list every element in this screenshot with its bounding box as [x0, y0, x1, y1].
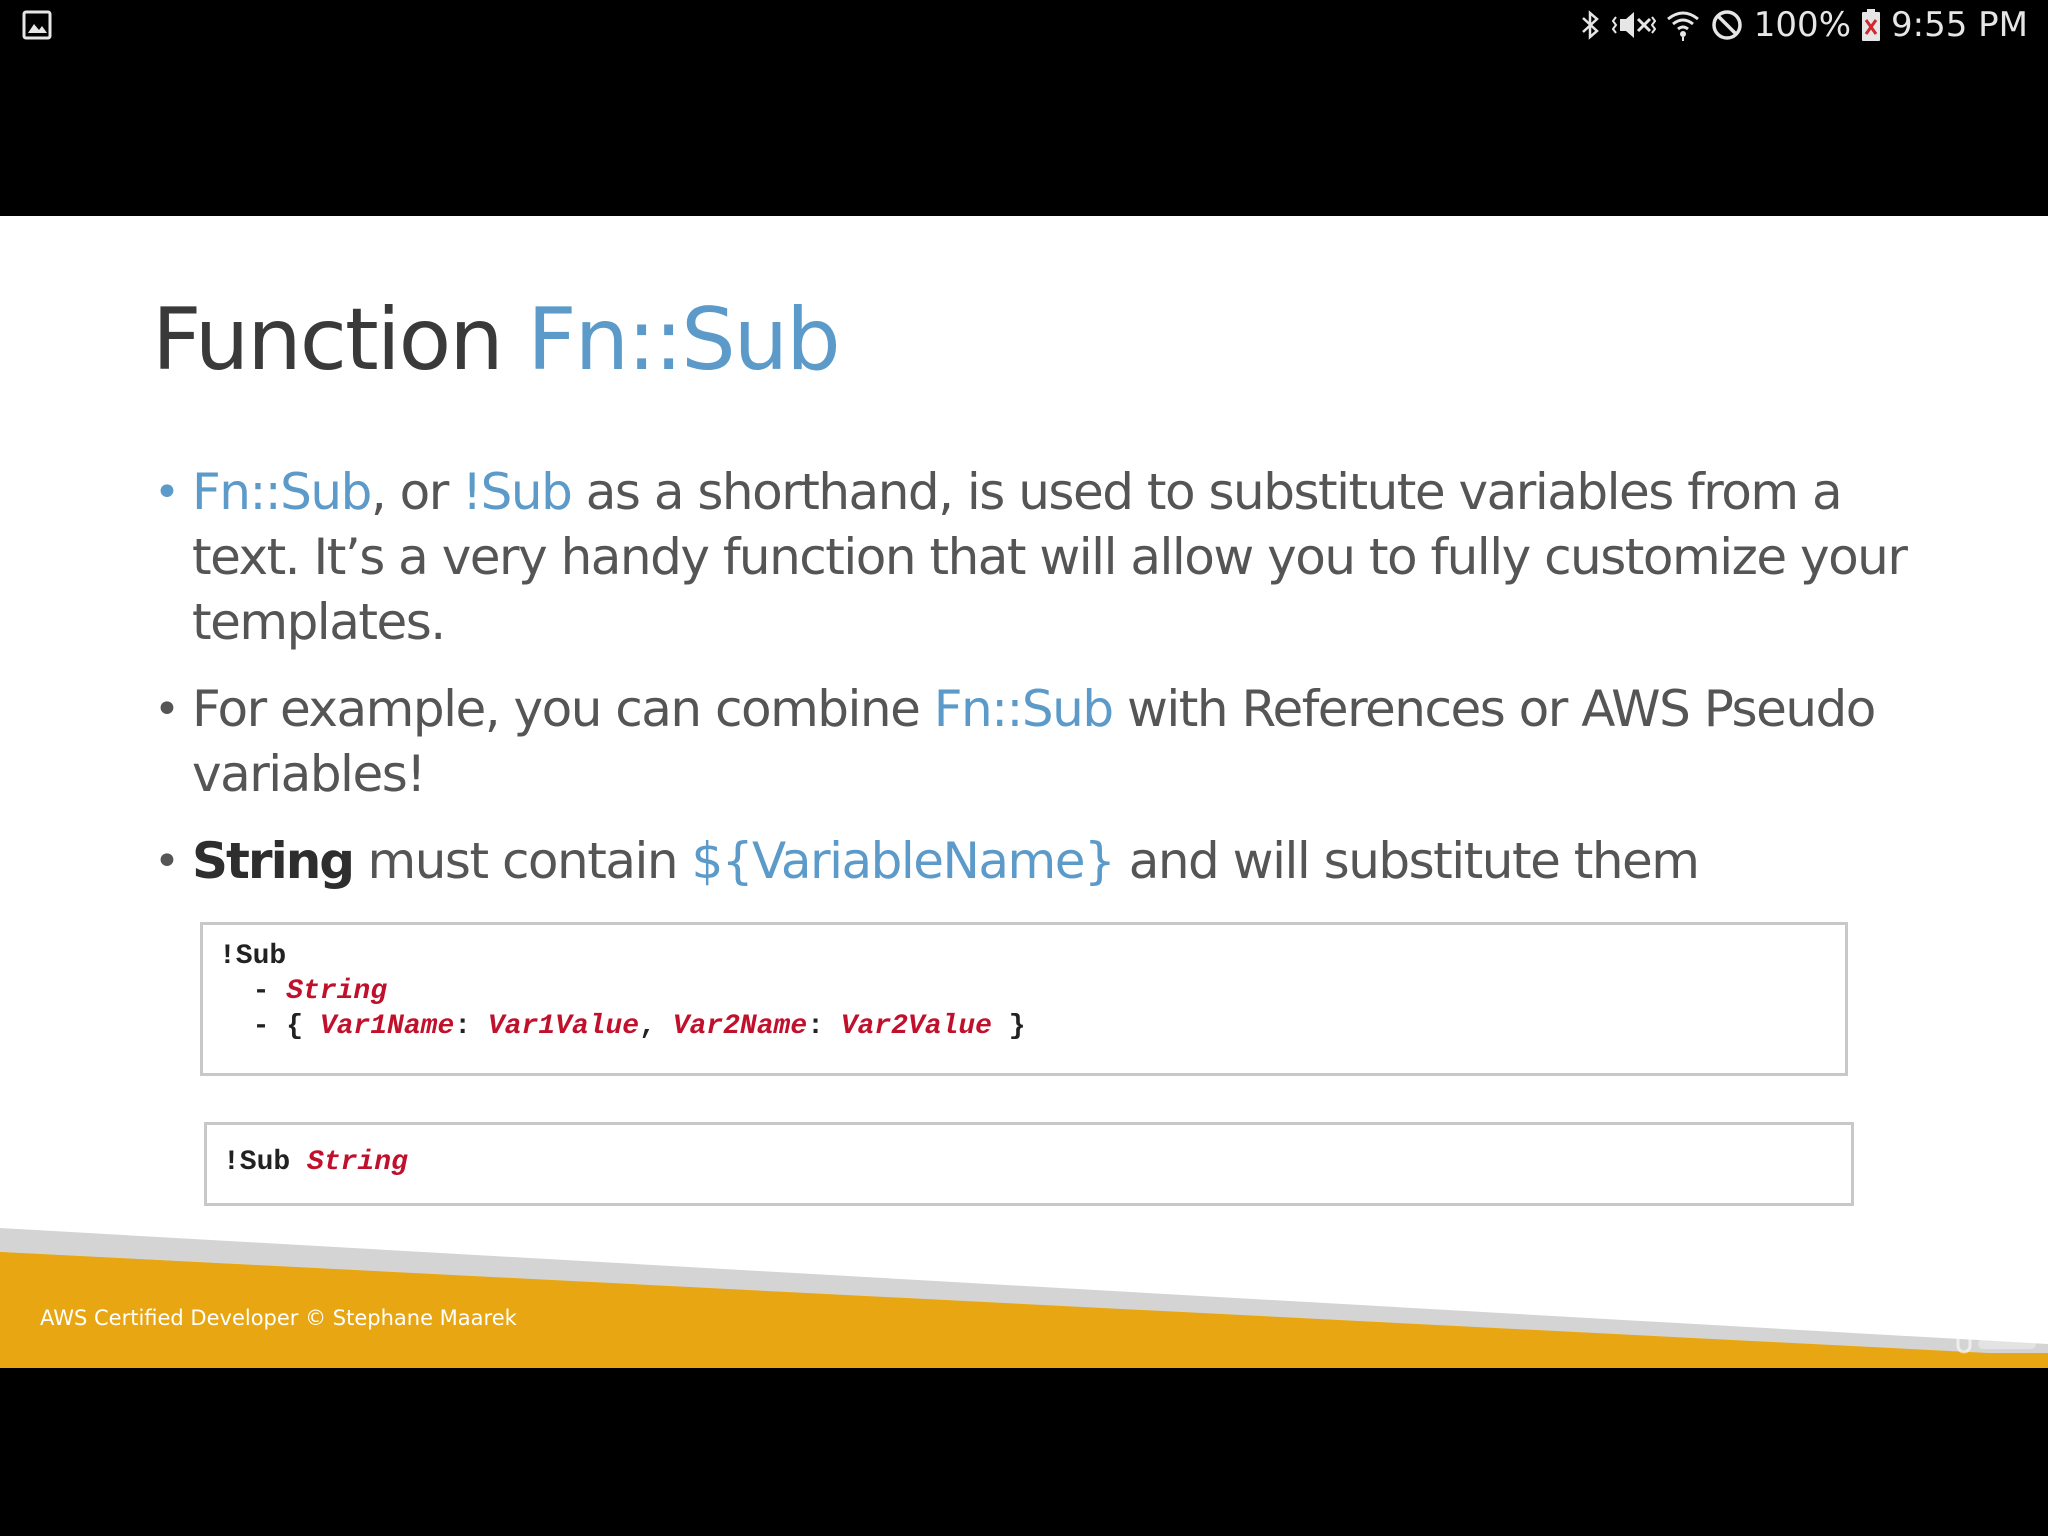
- title-highlight: Fn::Sub: [527, 290, 841, 390]
- wifi-icon: [1666, 7, 1700, 43]
- bullet-text: Fn::Sub: [933, 680, 1114, 738]
- bullet-text: , or: [370, 463, 463, 521]
- bullet-text: String: [192, 832, 355, 890]
- status-icons: 100% 9:55 PM: [1580, 4, 2028, 46]
- code-punct: - {: [219, 1011, 320, 1042]
- code-content: !Sub - String - { Var1Name: Var1Value, V…: [219, 939, 1026, 1044]
- bullet-icon: •: [154, 684, 180, 735]
- footer-credit: AWS Certified Developer © Stephane Maare…: [40, 1306, 517, 1330]
- bullet-list: • Fn::Sub, or !Sub as a shorthand, is us…: [148, 460, 1908, 916]
- code-keyword: !Sub: [219, 941, 287, 972]
- code-punct: ,: [639, 1011, 673, 1042]
- code-punct: :: [454, 1011, 488, 1042]
- udemy-logo-icon: [1956, 1336, 2036, 1354]
- code-punct: }: [991, 1011, 1026, 1042]
- bullet-item: • Fn::Sub, or !Sub as a shorthand, is us…: [148, 460, 1908, 655]
- code-value: Var1Value: [487, 1011, 640, 1042]
- code-value: Var1Name: [319, 1011, 455, 1042]
- code-block-long-form: !Sub - String - { Var1Name: Var1Value, V…: [200, 922, 1848, 1076]
- battery-percent: 100%: [1753, 5, 1851, 45]
- code-value: Var2Name: [672, 1011, 808, 1042]
- code-line: !Sub: [219, 939, 1026, 974]
- code-punct: :: [807, 1011, 841, 1042]
- battery-icon: [1861, 7, 1881, 43]
- title-prefix: Function: [152, 290, 528, 390]
- clock: 9:55 PM: [1891, 5, 2028, 45]
- code-content: !Sub String: [223, 1145, 408, 1180]
- bullet-icon: •: [154, 467, 180, 518]
- page-title: Function Fn::Sub: [152, 290, 841, 390]
- screen: 100% 9:55 PM Function Fn::Sub • Fn::Sub,…: [0, 0, 2048, 1536]
- code-value: String: [286, 976, 388, 1007]
- bullet-text: ${VariableName}: [691, 832, 1115, 890]
- bullet-text: must contain: [353, 832, 692, 890]
- vibrate-icon: [1611, 7, 1656, 43]
- do-not-disturb-icon: [1710, 7, 1744, 43]
- code-value: String: [307, 1147, 408, 1178]
- status-bar: 100% 9:55 PM: [0, 0, 2048, 50]
- code-keyword: !Sub: [223, 1147, 308, 1178]
- bluetooth-icon: [1580, 7, 1602, 43]
- code-value: Var2Value: [840, 1011, 992, 1042]
- bullet-icon: •: [154, 836, 180, 887]
- bullet-text: For example, you can combine: [192, 680, 934, 738]
- code-line: - String: [219, 974, 1026, 1009]
- code-dash: -: [219, 976, 287, 1007]
- code-line: - { Var1Name: Var1Value, Var2Name: Var2V…: [219, 1009, 1026, 1044]
- bullet-item: • String must contain ${VariableName} an…: [148, 829, 1908, 894]
- gallery-icon[interactable]: [22, 10, 52, 40]
- bullet-text: Fn::Sub: [192, 463, 372, 521]
- bullet-text: and will substitute them: [1114, 832, 1700, 890]
- bullet-item: • For example, you can combine Fn::Sub w…: [148, 677, 1908, 807]
- bullet-text: !Sub: [462, 463, 573, 521]
- slide: Function Fn::Sub • Fn::Sub, or !Sub as a…: [0, 216, 2048, 1368]
- code-block-short-form: !Sub String: [204, 1122, 1854, 1206]
